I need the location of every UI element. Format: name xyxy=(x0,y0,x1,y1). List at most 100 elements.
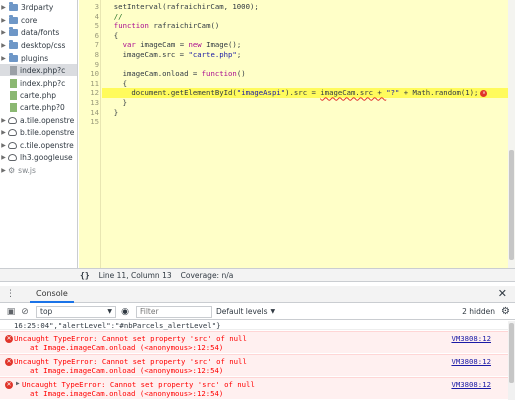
tree-item-lh3[interactable]: ▶ lh3.googleuse xyxy=(0,151,77,163)
drawer-menu-icon[interactable]: ⋮ xyxy=(6,289,26,299)
line-number[interactable]: 14 xyxy=(79,108,99,118)
code-line[interactable]: } xyxy=(105,98,127,108)
line-number[interactable]: 12 xyxy=(79,88,99,98)
line-number[interactable]: 5 xyxy=(79,21,99,31)
tree-item-index-php-selected[interactable]: index.php?c xyxy=(0,64,77,76)
line-number[interactable]: 13 xyxy=(79,98,99,108)
folder-icon xyxy=(9,52,18,62)
error-stack-line: at Image.imageCam.onload (<anonymous>:12… xyxy=(30,389,224,398)
live-expression-eye-icon[interactable]: ◉ xyxy=(118,307,132,317)
editor-status-bar: {} Line 11, Column 13 Coverage: n/a xyxy=(0,268,515,282)
console-scrollbar-thumb[interactable] xyxy=(509,323,514,383)
line-number[interactable]: 15 xyxy=(79,117,99,127)
code-line[interactable]: setInterval(rafraichirCam, 1000); xyxy=(105,2,259,12)
hidden-count-badge: 2 hidden xyxy=(462,307,495,316)
code-line[interactable]: // xyxy=(105,12,123,22)
expand-arrow-icon[interactable]: ▶ xyxy=(0,42,7,49)
tree-item-c-tile[interactable]: ▶ c.tile.openstre xyxy=(0,139,77,151)
editor-scrollbar[interactable] xyxy=(508,0,515,268)
code-line[interactable]: document.getElementById("imageAspi").src… xyxy=(102,88,514,98)
line-number[interactable]: 9 xyxy=(79,60,99,70)
expand-arrow-icon[interactable]: ▶ xyxy=(0,17,7,24)
line-number[interactable]: 3 xyxy=(79,2,99,12)
expand-arrow-icon[interactable]: ▶ xyxy=(0,55,7,62)
tree-item-3rdparty[interactable]: ▶ 3rdparty xyxy=(0,1,77,13)
expand-arrow-icon[interactable]: ▶ xyxy=(0,129,7,136)
console-output[interactable]: 16:25:04","alertLevel":"#nbParcels_alert… xyxy=(0,321,515,400)
expand-arrow-icon[interactable]: ▶ xyxy=(0,117,7,124)
source-link[interactable]: VM3808:12 xyxy=(451,357,491,366)
console-error-message[interactable]: ✕ Uncaught TypeError: Cannot set propert… xyxy=(0,331,515,353)
gear-icon: ⚙ xyxy=(8,165,16,175)
console-error-message[interactable]: ✕ ▶ Uncaught TypeError: Cannot set prope… xyxy=(0,377,515,399)
expand-arrow-icon[interactable]: ▶ xyxy=(16,380,20,387)
error-icon: ✕ xyxy=(5,335,13,343)
tree-item-desktop-css[interactable]: ▶ desktop/css xyxy=(0,39,77,51)
close-drawer-icon[interactable]: ✕ xyxy=(498,287,507,300)
code-line[interactable]: function rafraichirCam() xyxy=(105,21,219,31)
filter-input[interactable] xyxy=(136,305,212,318)
tree-item-index-php[interactable]: index.php?c xyxy=(0,77,77,89)
error-text: Uncaught TypeError: Cannot set property … xyxy=(22,380,255,389)
tree-item-a-tile[interactable]: ▶ a.tile.openstre xyxy=(0,114,77,126)
console-error-message[interactable]: ✕ Uncaught TypeError: Cannot set propert… xyxy=(0,354,515,376)
code-text: function rafraichirCam() xyxy=(113,21,220,31)
log-levels-dropdown[interactable]: Default levels ▼ xyxy=(216,307,275,316)
line-number[interactable]: 11 xyxy=(79,79,99,89)
line-number[interactable]: 7 xyxy=(79,40,99,50)
source-link[interactable]: VM3808:12 xyxy=(451,334,491,343)
expand-arrow-icon[interactable]: ▶ xyxy=(0,29,7,36)
tree-item-label: data/fonts xyxy=(21,27,60,37)
line-number[interactable]: 4 xyxy=(79,12,99,22)
console-scrollbar[interactable] xyxy=(508,321,515,400)
line-number[interactable]: 8 xyxy=(79,50,99,60)
code-line[interactable]: imageCam.onload = function() xyxy=(105,69,246,79)
tree-item-carte-php[interactable]: carte.php xyxy=(0,89,77,101)
expand-arrow-icon[interactable]: ▶ xyxy=(0,142,7,149)
sidebar-toggle-icon[interactable]: ▣ xyxy=(4,307,18,317)
tree-item-plugins[interactable]: ▶ plugins xyxy=(0,52,77,64)
context-selector[interactable]: top ▼ xyxy=(36,305,116,318)
clear-console-icon[interactable]: ⊘ xyxy=(18,307,32,317)
editor-scrollbar-thumb[interactable] xyxy=(509,150,514,260)
source-link[interactable]: VM3808:12 xyxy=(451,380,491,389)
tree-item-label: 3rdparty xyxy=(21,2,54,12)
code-text: var imageCam = new Image(); xyxy=(122,40,242,50)
file-navigator: ▶ 3rdparty ▶ core ▶ data/fonts ▶ desktop/css… xyxy=(0,0,78,268)
tree-item-carte-php-query[interactable]: carte.php?0 xyxy=(0,101,77,113)
console-settings-gear-icon[interactable]: ⚙ xyxy=(501,306,510,317)
code-text: } xyxy=(105,107,119,117)
code-line[interactable]: imageCam.src = "carte.php"; xyxy=(105,50,242,60)
tab-console[interactable]: Console xyxy=(30,286,74,303)
error-stack-line: at Image.imageCam.onload (<anonymous>:12… xyxy=(30,343,224,352)
dropdown-arrow-icon: ▼ xyxy=(107,308,112,315)
tree-item-sw-js[interactable]: ▶ ⚙ sw.js xyxy=(0,164,77,176)
code-text: { xyxy=(105,78,127,88)
tree-item-core[interactable]: ▶ core xyxy=(0,14,77,26)
code-line[interactable]: } xyxy=(105,108,118,118)
tree-item-data-fonts[interactable]: ▶ data/fonts xyxy=(0,26,77,38)
line-number[interactable]: 6 xyxy=(79,31,99,41)
code-line[interactable]: { xyxy=(105,31,118,41)
tree-item-label: sw.js xyxy=(18,165,36,175)
tree-item-label: carte.php xyxy=(20,90,57,100)
expand-arrow-icon[interactable]: ▶ xyxy=(0,154,7,161)
code-text: imageCam.onload = function() xyxy=(105,69,246,79)
tree-item-label: lh3.googleuse xyxy=(20,152,73,162)
expand-arrow-icon[interactable]: ▶ xyxy=(0,4,7,11)
code-editor[interactable]: 3 4 5 6 7 8 9 10 11 12 13 14 15 setInterval(rafraich… xyxy=(79,0,515,268)
tree-item-label: c.tile.openstre xyxy=(20,140,74,150)
pretty-print-button[interactable]: {} xyxy=(80,271,90,280)
code-line[interactable]: var imageCam = new Image(); xyxy=(105,40,242,50)
tree-item-label: index.php?c xyxy=(20,78,66,88)
tree-item-label: b.tile.openstre xyxy=(20,127,75,137)
line-number-gutter[interactable]: 3 4 5 6 7 8 9 10 11 12 13 14 15 xyxy=(79,0,101,268)
tree-item-b-tile[interactable]: ▶ b.tile.openstre xyxy=(0,126,77,138)
line-number[interactable]: 10 xyxy=(79,69,99,79)
log-levels-label: Default levels xyxy=(216,307,268,316)
inline-error-icon[interactable]: ✕ xyxy=(480,89,488,97)
folder-icon xyxy=(9,39,18,49)
expand-arrow-icon[interactable]: ▶ xyxy=(0,167,7,174)
code-line[interactable]: { xyxy=(105,79,127,89)
tree-item-label: desktop/css xyxy=(21,40,66,50)
